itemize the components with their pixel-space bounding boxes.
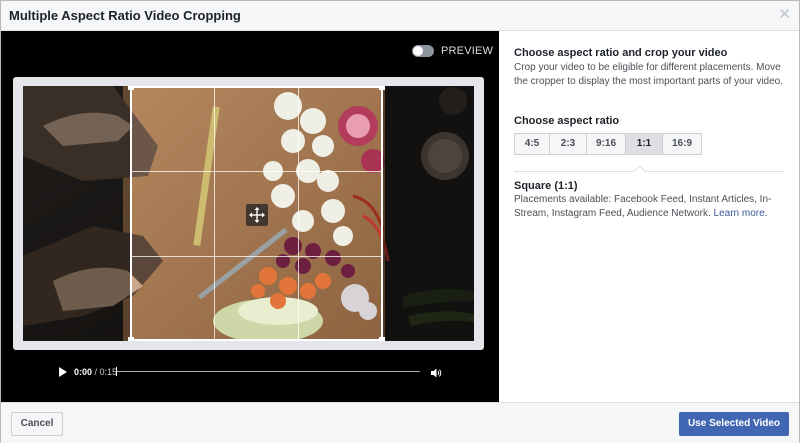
video-cropping-dialog: Multiple Aspect Ratio Video Cropping ✕ P… [0, 0, 800, 443]
time-separator: / [92, 367, 100, 377]
volume-icon[interactable] [430, 366, 442, 378]
move-icon[interactable] [246, 204, 268, 226]
ratio-2-3-button[interactable]: 2:3 [549, 133, 587, 155]
toggle-switch[interactable] [412, 45, 434, 57]
video-pane: PREVIEW 0:00 / 0:15 [1, 31, 499, 402]
learn-more-link[interactable]: Learn more. [714, 208, 768, 219]
aspect-ratio-heading: Choose aspect ratio [514, 115, 620, 127]
ratio-9-16-button[interactable]: 9:16 [586, 133, 626, 155]
grid-line [132, 256, 381, 257]
play-icon[interactable] [59, 367, 67, 377]
placements-text: Placements available: Facebook Feed, Ins… [514, 193, 789, 221]
crop-handle[interactable] [128, 86, 134, 90]
time-current: 0:00 [74, 367, 93, 377]
crop-handle[interactable] [379, 337, 385, 341]
preview-toggle[interactable]: PREVIEW [412, 45, 493, 57]
video-thumbnail [23, 86, 474, 341]
selection-pointer [633, 165, 646, 178]
panel-description: Crop your video to be eligible for diffe… [514, 62, 784, 87]
scrub-handle[interactable] [116, 367, 117, 376]
scrub-bar[interactable] [116, 371, 420, 372]
settings-panel: Choose aspect ratio and crop your video … [500, 31, 799, 402]
grid-line [214, 88, 215, 339]
grid-line [298, 88, 299, 339]
video-controls: 0:00 / 0:15 [59, 365, 442, 379]
dialog-title: Multiple Aspect Ratio Video Cropping [9, 8, 241, 23]
dialog-footer: Cancel Use Selected Video [1, 402, 799, 443]
grid-line [132, 171, 381, 172]
ratio-16-9-button[interactable]: 16:9 [662, 133, 702, 155]
crop-handle[interactable] [379, 86, 385, 90]
crop-dim-right [383, 86, 474, 341]
time-display: 0:00 / 0:15 [74, 365, 117, 379]
close-icon[interactable]: ✕ [778, 7, 791, 22]
ratio-4-5-button[interactable]: 4:5 [514, 133, 550, 155]
dialog-header: Multiple Aspect Ratio Video Cropping ✕ [1, 1, 799, 31]
ratio-1-1-button[interactable]: 1:1 [625, 133, 663, 155]
crop-handle[interactable] [128, 337, 134, 341]
time-duration: 0:15 [99, 367, 118, 377]
preview-label: PREVIEW [441, 45, 494, 57]
crop-dim-left [23, 86, 130, 341]
panel-heading: Choose aspect ratio and crop your video [514, 47, 728, 59]
video-frame [13, 77, 484, 350]
aspect-ratio-selector: 4:5 2:3 9:16 1:1 16:9 [514, 133, 702, 155]
selected-ratio-title: Square (1:1) [514, 180, 578, 192]
divider [514, 171, 784, 172]
use-selected-video-button[interactable]: Use Selected Video [679, 412, 789, 436]
crop-area[interactable] [128, 86, 385, 341]
cancel-button[interactable]: Cancel [11, 412, 63, 436]
